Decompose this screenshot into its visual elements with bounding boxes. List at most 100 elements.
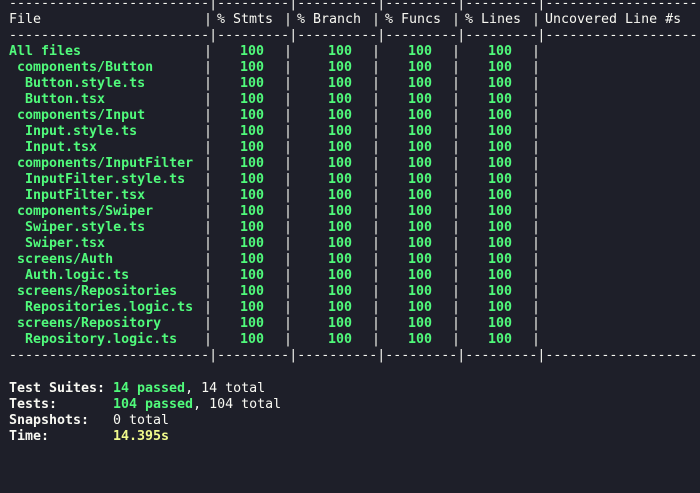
column-separator: | [372,236,381,251]
column-separator: | [452,252,461,267]
suites-passed: 14 passed [113,381,186,396]
cell-funcs: 100 [407,332,432,347]
cell-lines: 100 [487,252,512,267]
column-separator: | [204,236,213,251]
cell-branch: 100 [327,316,352,331]
column-separator: | [284,252,293,267]
column-separator: | [372,140,381,155]
column-separator: | [532,236,541,251]
column-separator: | [532,268,541,283]
cell-funcs: 100 [407,92,432,107]
cell-name: Button.tsx [9,92,106,107]
cell-funcs: 100 [407,108,432,123]
cell-funcs: 100 [407,156,432,171]
cell-funcs: 100 [407,124,432,139]
time-label: Time: [9,429,50,444]
column-separator: | [372,108,381,123]
cell-branch: 100 [327,60,352,75]
table-border-header: -------------------------|---------|----… [9,28,698,43]
column-separator: | [284,108,293,123]
tests-passed: 104 passed [113,397,194,412]
snapshots-value: 0 total [113,413,170,428]
cell-lines: 100 [487,268,512,283]
cell-stmts: 100 [239,76,264,91]
column-separator: | [372,172,381,187]
cell-branch: 100 [327,252,352,267]
cell-stmts: 100 [239,268,264,283]
cell-funcs: 100 [407,172,432,187]
time-value: 14.395s [113,429,170,444]
column-separator: | [532,284,541,299]
column-separator: | [452,284,461,299]
cell-name: components/Button [9,60,154,75]
table-border-top: -------------------------|---------|----… [9,0,698,11]
column-separator: | [532,300,541,315]
summary-tests: Tests: 104 passed, 104 total [9,397,281,413]
column-separator: | [372,300,381,315]
column-separator: | [452,140,461,155]
column-separator: | [204,300,213,315]
column-separator: | [452,316,461,331]
cell-lines: 100 [487,44,512,59]
column-separator: | [204,172,213,187]
cell-funcs: 100 [407,76,432,91]
column-separator: | [204,204,213,219]
cell-funcs: 100 [407,140,432,155]
suites-label: Test Suites: [9,381,106,396]
column-separator: | [452,156,461,171]
column-separator: | [452,300,461,315]
column-separator: | [204,92,213,107]
cell-stmts: 100 [239,332,264,347]
cell-lines: 100 [487,76,512,91]
header-file: File [9,12,42,27]
column-separator: | [284,140,293,155]
column-separator: | [452,44,461,59]
column-separator: | [284,44,293,59]
column-separator: | [372,60,381,75]
header-branch: % Branch [297,12,362,27]
column-separator: | [372,44,381,59]
cell-lines: 100 [487,204,512,219]
column-separator: | [372,316,381,331]
cell-lines: 100 [487,108,512,123]
cell-stmts: 100 [239,60,264,75]
column-separator: | [452,204,461,219]
cell-stmts: 100 [239,172,264,187]
cell-branch: 100 [327,236,352,251]
cell-name: Swiper.tsx [9,236,106,251]
column-separator: | [532,140,541,155]
cell-stmts: 100 [239,188,264,203]
cell-name: InputFilter.style.ts [9,172,186,187]
cell-stmts: 100 [239,204,264,219]
cell-stmts: 100 [239,140,264,155]
cell-funcs: 100 [407,300,432,315]
cell-stmts: 100 [239,316,264,331]
column-separator: | [532,332,541,347]
cell-lines: 100 [487,300,512,315]
column-separator: | [204,220,213,235]
cell-lines: 100 [487,140,512,155]
cell-name: Input.style.ts [9,124,138,139]
cell-name: All files [9,44,82,59]
column-separator: | [372,124,381,139]
cell-funcs: 100 [407,284,432,299]
column-separator: | [452,60,461,75]
cell-lines: 100 [487,316,512,331]
column-separator: | [452,188,461,203]
cell-lines: 100 [487,124,512,139]
column-separator: | [284,76,293,91]
cell-lines: 100 [487,172,512,187]
column-separator: | [372,252,381,267]
cell-name: screens/Repositories [9,284,178,299]
column-separator: | [532,124,541,139]
header-lines: % Lines [465,12,522,27]
column-separator: | [204,124,213,139]
cell-branch: 100 [327,76,352,91]
cell-stmts: 100 [239,252,264,267]
column-separator: | [372,76,381,91]
cell-funcs: 100 [407,188,432,203]
cell-name: Swiper.style.ts [9,220,146,235]
summary-suites: Test Suites: 14 passed, 14 total [9,381,265,397]
cell-branch: 100 [327,44,352,59]
column-separator: | [204,188,213,203]
